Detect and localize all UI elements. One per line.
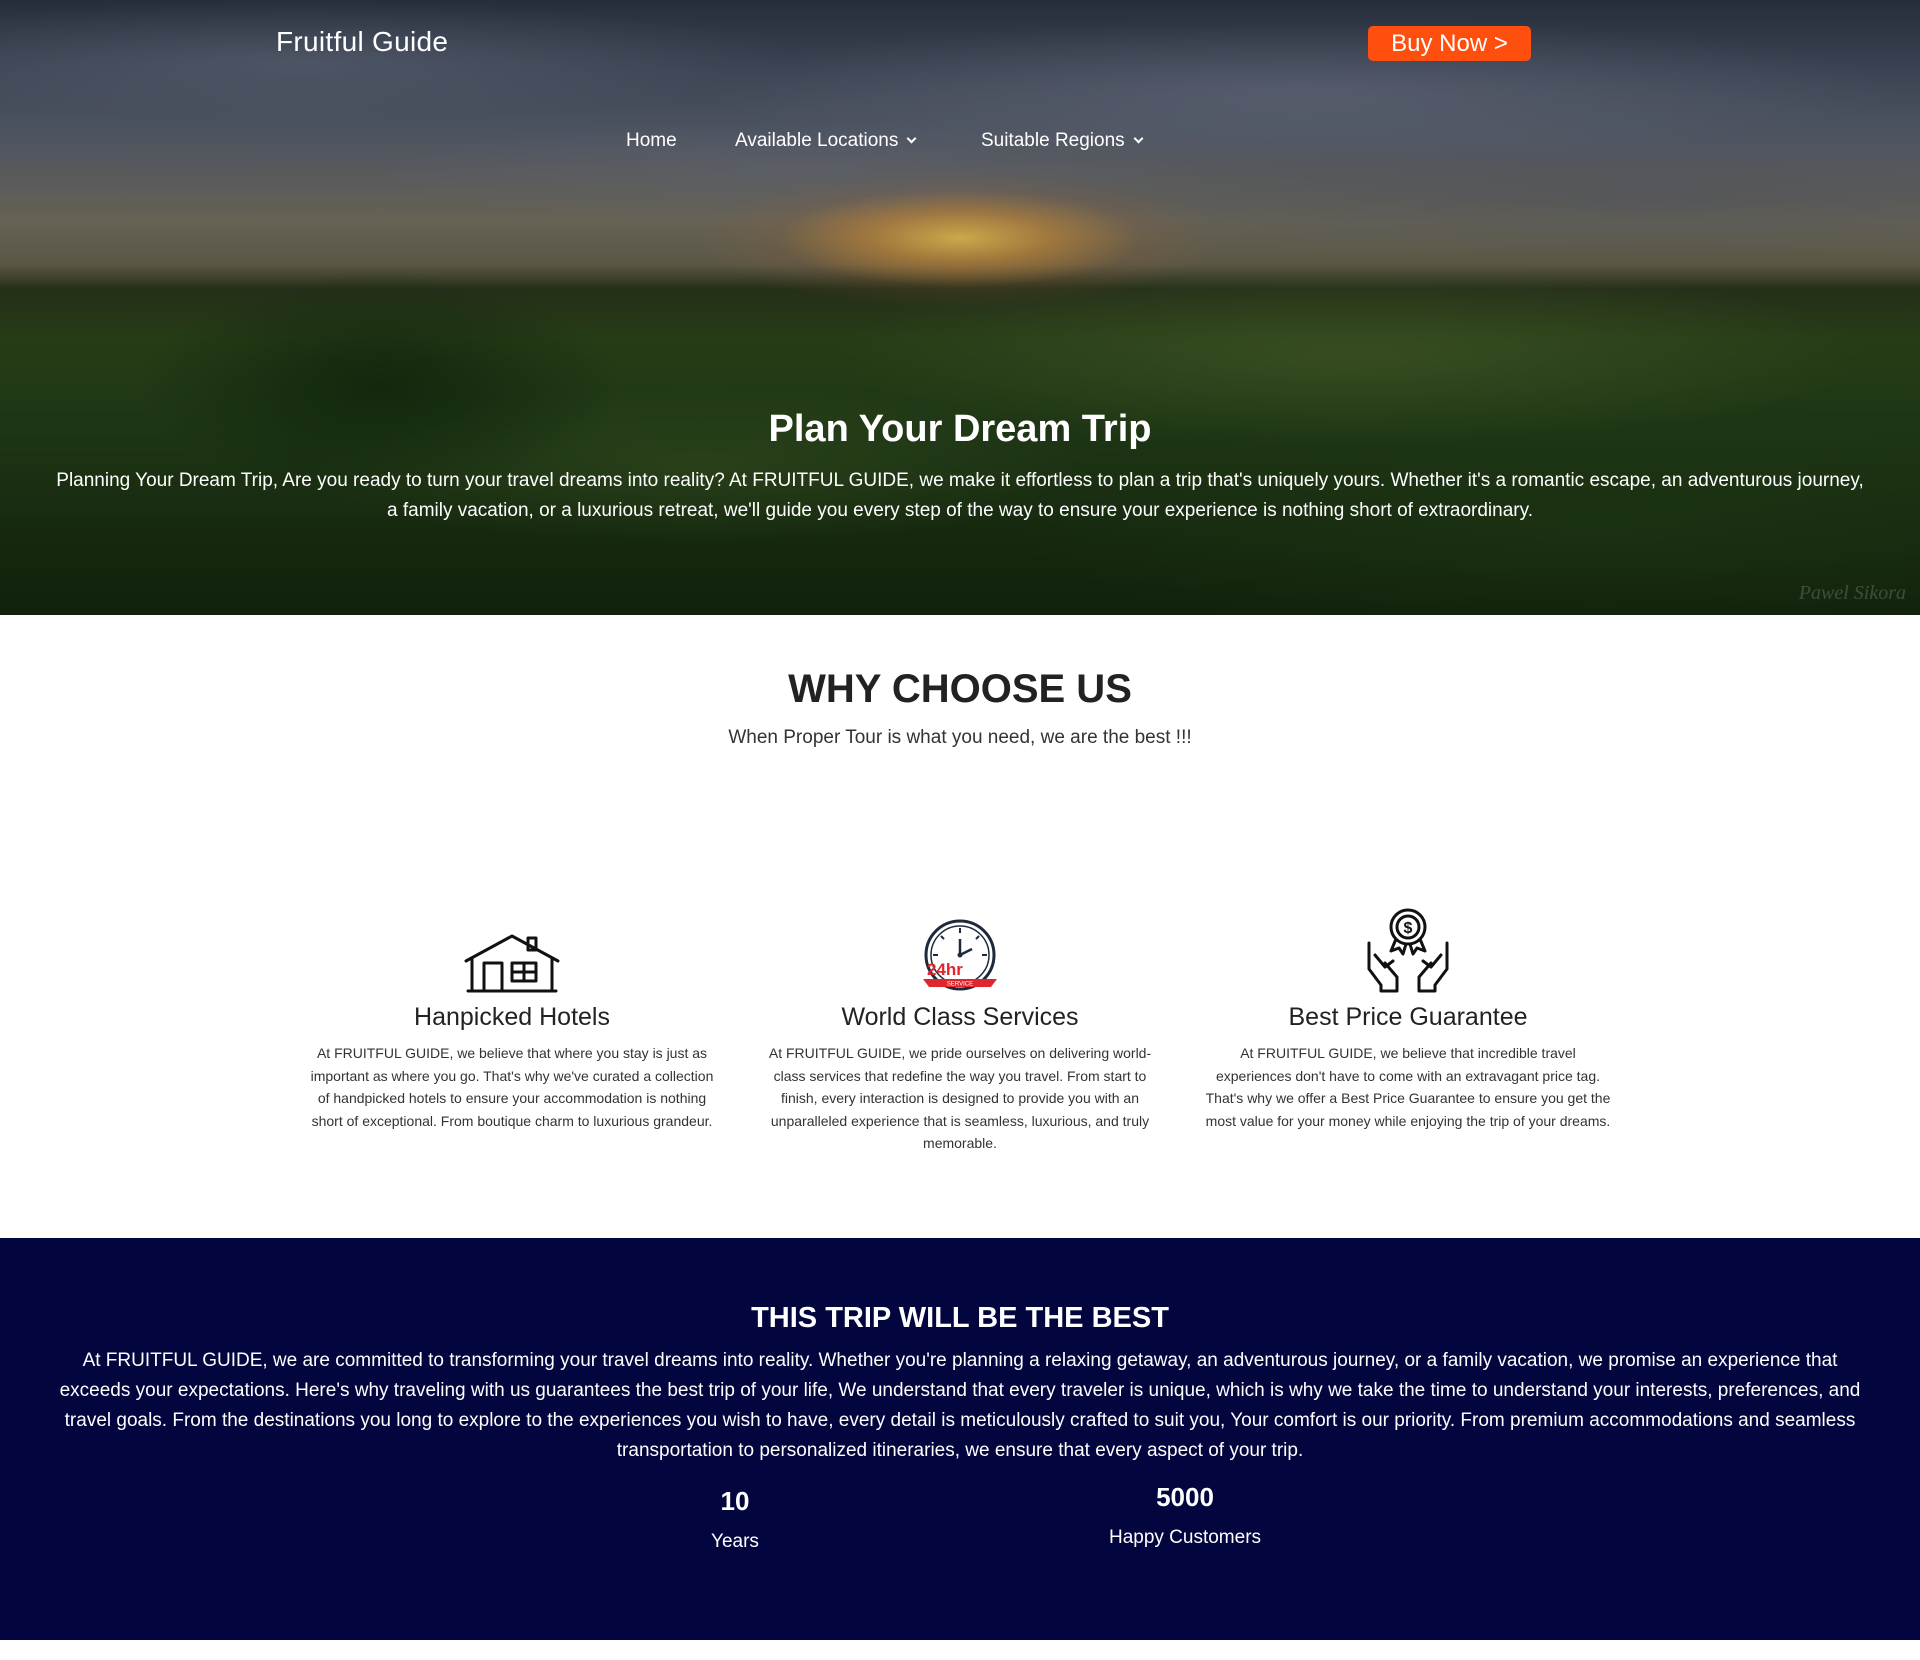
feature-description: At FRUITFUL GUIDE, we believe that where…	[310, 1045, 714, 1129]
dollar-symbol: $	[1404, 920, 1413, 937]
feature-title: Hanpicked Hotels	[414, 1003, 610, 1031]
chevron-down-icon	[1133, 133, 1144, 144]
buy-now-button[interactable]: Buy Now >	[1368, 26, 1531, 61]
clock-24hr-icon: 24hr SERVICE	[923, 919, 997, 991]
stat-number: 10	[720, 1486, 750, 1516]
feature-title: Best Price Guarantee	[1288, 1003, 1528, 1031]
feature-card-hotels: Hanpicked Hotels At FRUITFUL GUIDE, we b…	[302, 897, 722, 1132]
section-title: WHY CHOOSE US	[788, 667, 1132, 711]
nav-item-suitable-regions[interactable]: Suitable Regions	[981, 130, 1144, 152]
why-choose-us-section: WHY CHOOSE US When Proper Tour is what y…	[0, 615, 1920, 1238]
feature-description: At FRUITFUL GUIDE, we pride ourselves on…	[768, 1045, 1152, 1151]
nav-item-available-locations[interactable]: Available Locations	[735, 130, 917, 152]
section-description: At FRUITFUL GUIDE, we are committed to t…	[59, 1350, 1861, 1461]
main-nav: Home Available Locations Suitable Region…	[0, 130, 1920, 160]
chevron-down-icon	[906, 133, 917, 144]
price-hands-icon: $	[1367, 908, 1449, 993]
nav-item-label: Suitable Regions	[981, 130, 1125, 151]
feature-title: World Class Services	[841, 1003, 1079, 1031]
brand-logo[interactable]: Fruitful Guide	[276, 26, 448, 58]
nav-item-home[interactable]: Home	[626, 130, 677, 152]
stat-years: 10 Years	[615, 1486, 855, 1553]
hero-section: Fruitful Guide Buy Now > Home Available …	[0, 0, 1920, 615]
stat-number: 5000	[1156, 1482, 1214, 1512]
feature-card-services: 24hr SERVICE World Class Services At FRU…	[750, 897, 1170, 1155]
hero-title: Plan Your Dream Trip	[768, 408, 1152, 450]
stat-customers: 5000 Happy Customers	[1065, 1482, 1305, 1549]
house-icon	[464, 934, 560, 993]
trip-best-section: THIS TRIP WILL BE THE BEST At FRUITFUL G…	[0, 1238, 1920, 1640]
stat-label: Years	[711, 1531, 759, 1552]
stat-label: Happy Customers	[1108, 1527, 1262, 1548]
section-subtitle: When Proper Tour is what you need, we ar…	[728, 727, 1192, 748]
photo-watermark: Pawel Sikora	[1798, 582, 1906, 604]
nav-item-label: Available Locations	[735, 130, 899, 151]
clock-badge-label: 24hr	[927, 960, 963, 979]
clock-badge-sub: SERVICE	[947, 982, 973, 988]
section-title: THIS TRIP WILL BE THE BEST	[751, 1302, 1169, 1334]
nav-item-label: Home	[626, 130, 677, 151]
feature-card-price: $ Best Price Guarantee At FRUITFUL GUIDE…	[1198, 897, 1618, 1132]
feature-description: At FRUITFUL GUIDE, we believe that incre…	[1205, 1045, 1611, 1129]
hero-description: Planning Your Dream Trip, Are you ready …	[56, 470, 1864, 521]
